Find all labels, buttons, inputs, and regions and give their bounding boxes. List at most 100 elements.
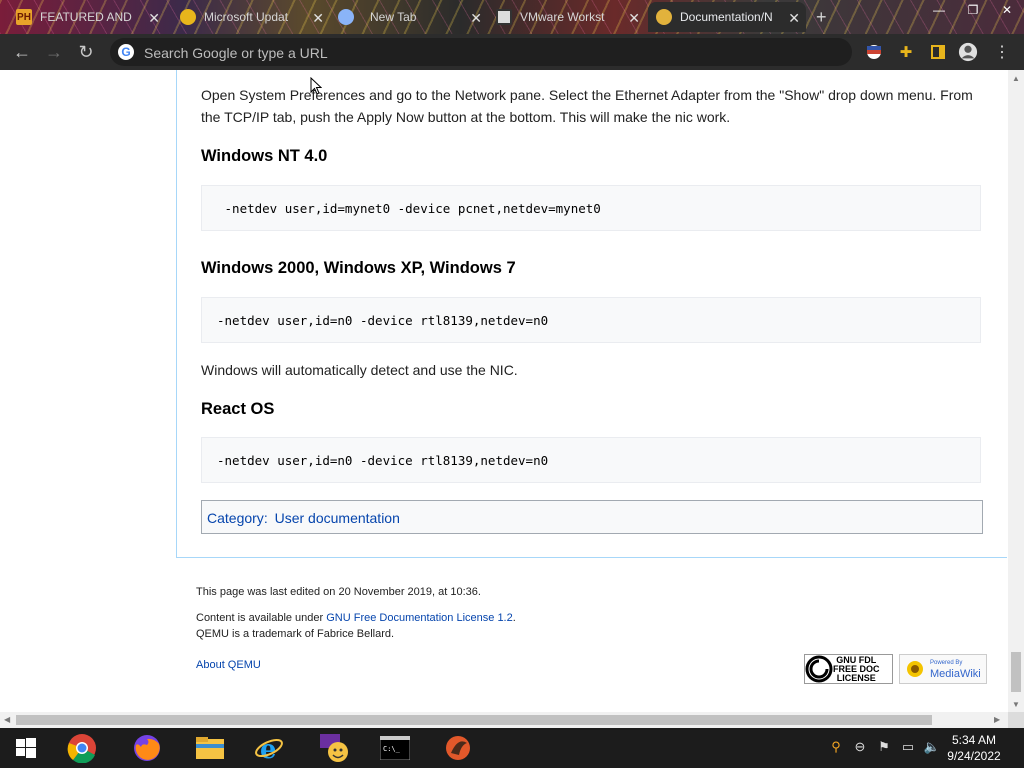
flag-extension-icon[interactable] — [864, 42, 884, 62]
action-center-flag-icon[interactable]: ⚑ — [875, 738, 893, 756]
category-separator: : — [263, 510, 272, 526]
vertical-scrollbar[interactable]: ▲ ▼ — [1008, 70, 1024, 712]
minimize-icon[interactable]: — — [922, 0, 956, 20]
close-icon[interactable]: ✕ — [148, 10, 160, 27]
about-qemu-link[interactable]: About QEMU — [196, 659, 261, 671]
google-icon: G — [118, 44, 134, 60]
mouse-cursor-icon — [310, 77, 322, 95]
horizontal-scroll-thumb[interactable] — [16, 715, 932, 725]
article-content: Open System Preferences and go to the Ne… — [176, 70, 1007, 558]
globe-favicon-icon — [180, 9, 196, 25]
tab-label: VMware Workst — [520, 10, 605, 24]
taskbar-chrome[interactable] — [66, 732, 98, 764]
taskbar-firefox[interactable] — [131, 732, 163, 764]
clock-date: 9/24/2022 — [947, 749, 1001, 763]
window-controls: — ❐ ✕ — [922, 0, 1024, 20]
chrome-favicon-icon — [338, 9, 354, 25]
license-link[interactable]: GNU Free Documentation License 1.2 — [326, 612, 512, 624]
note-paragraph: Windows will automatically detect and us… — [201, 362, 518, 378]
plus-icon: + — [816, 6, 827, 27]
section-heading: Windows NT 4.0 — [201, 147, 328, 165]
clock-time: 5:34 AM — [951, 733, 997, 747]
yahoo-messenger-icon — [320, 734, 348, 762]
horizontal-scrollbar[interactable]: ◀ ▶ — [0, 712, 1008, 728]
scroll-right-arrow-icon[interactable]: ▶ — [994, 715, 1000, 724]
volume-icon[interactable]: 🔈 — [923, 738, 941, 756]
tab-label: FEATURED AND — [40, 10, 132, 24]
vmware-favicon-icon — [496, 9, 512, 25]
taskbar-file-explorer[interactable] — [194, 732, 226, 764]
taskbar-yahoo-messenger[interactable] — [318, 732, 350, 764]
page-viewport: Open System Preferences and go to the Ne… — [0, 70, 1008, 712]
tab-label: New Tab — [370, 10, 417, 24]
close-icon[interactable]: ✕ — [312, 10, 324, 27]
search-icon[interactable]: ⚲ — [827, 738, 845, 756]
license-prefix: Content is available under — [196, 612, 327, 624]
mediawiki-sunflower-icon — [907, 661, 923, 677]
network-icon[interactable]: ▭ — [899, 738, 917, 756]
section-heading: React OS — [201, 400, 275, 418]
internet-explorer-icon: e — [255, 735, 283, 763]
license-text: Content is available under GNU Free Docu… — [196, 612, 516, 624]
gfdl-logo-icon — [805, 655, 833, 683]
omnibox[interactable]: G — [110, 38, 852, 66]
taskbar-command-prompt[interactable]: C:\_ — [379, 732, 411, 764]
code-block: -netdev user,id=n0 -device rtl8139,netde… — [201, 297, 981, 343]
tab-vmware[interactable]: VMware Workst ✕ — [496, 2, 646, 32]
scroll-left-arrow-icon[interactable]: ◀ — [4, 715, 10, 724]
mediawiki-badge-line: MediaWiki — [930, 668, 981, 680]
windows-taskbar: e C:\_ ⚲ ⊖ ⚑ ▭ 🔈 5:34 AM 9/24/2022 — [0, 728, 1024, 768]
tab-documentation[interactable]: Documentation/N ✕ — [648, 2, 806, 32]
folder-icon — [196, 737, 224, 759]
firefox-icon — [134, 735, 160, 761]
restore-icon[interactable]: ❐ — [956, 0, 990, 20]
tab-label: Documentation/N — [680, 10, 773, 24]
tab-featured[interactable]: PH FEATURED AND ✕ — [16, 2, 166, 32]
start-button[interactable] — [10, 732, 42, 764]
tab-new-tab[interactable]: New Tab ✕ — [338, 2, 488, 32]
qemu-favicon-icon — [656, 9, 672, 25]
close-icon[interactable]: ✕ — [788, 10, 800, 27]
category-links: Category: User documentation — [201, 500, 983, 534]
gfdl-badge-line: LICENSE — [836, 672, 876, 683]
reload-icon: ↻ — [78, 41, 94, 62]
arrow-right-icon: → — [45, 41, 63, 62]
close-window-icon[interactable]: ✕ — [990, 0, 1024, 20]
taskbar-internet-explorer[interactable]: e — [253, 732, 285, 764]
license-suffix: . — [512, 612, 516, 624]
scroll-up-arrow-icon[interactable]: ▲ — [1012, 74, 1020, 83]
system-clock[interactable]: 5:34 AM 9/24/2022 — [944, 732, 1004, 764]
sidepanel-icon[interactable] — [928, 42, 948, 62]
forward-button[interactable]: → — [42, 40, 66, 64]
tab-label: Microsoft Updat — [204, 10, 289, 24]
mediawiki-badge-text: Powered By MediaWiki — [930, 658, 981, 680]
menu-kebab-icon[interactable]: ⋮ — [992, 42, 1012, 62]
tab-microsoft-update[interactable]: Microsoft Updat ✕ — [180, 2, 330, 32]
mediawiki-badge[interactable]: Powered By MediaWiki — [899, 654, 987, 684]
reload-button[interactable]: ↻ — [74, 40, 98, 64]
close-icon[interactable]: ✕ — [628, 10, 640, 27]
back-button[interactable]: ← — [10, 40, 34, 64]
category-label-link[interactable]: Category — [207, 510, 264, 526]
scroll-down-arrow-icon[interactable]: ▼ — [1012, 700, 1020, 709]
profile-avatar-icon[interactable] — [958, 42, 978, 62]
close-icon[interactable]: ✕ — [470, 10, 482, 27]
windows-logo-icon — [16, 738, 36, 758]
code-block: -netdev user,id=n0 -device rtl8139,netde… — [201, 437, 981, 483]
extensions-puzzle-icon[interactable]: ✚ — [896, 42, 916, 62]
arrow-left-icon: ← — [13, 41, 31, 62]
gfdl-badge[interactable]: GNU FDL FREE DOC LICENSE — [804, 654, 893, 684]
svg-text:C:\_: C:\_ — [383, 745, 401, 753]
tray-minus-icon[interactable]: ⊖ — [851, 738, 869, 756]
category-user-documentation-link[interactable]: User documentation — [275, 510, 400, 526]
last-edited-text: This page was last edited on 20 November… — [196, 586, 481, 598]
scrollbar-corner — [1008, 712, 1024, 728]
code-block: -netdev user,id=mynet0 -device pcnet,net… — [201, 185, 981, 231]
trademark-text: QEMU is a trademark of Fabrice Bellard. — [196, 628, 395, 640]
taskbar-app-bird[interactable] — [442, 732, 474, 764]
vertical-scroll-thumb[interactable] — [1011, 652, 1021, 692]
browser-toolbar: ← → ↻ G ✚ ⋮ — [0, 34, 1024, 70]
address-input[interactable] — [142, 42, 836, 64]
new-tab-button[interactable]: + — [816, 2, 838, 32]
chrome-icon — [67, 734, 96, 763]
